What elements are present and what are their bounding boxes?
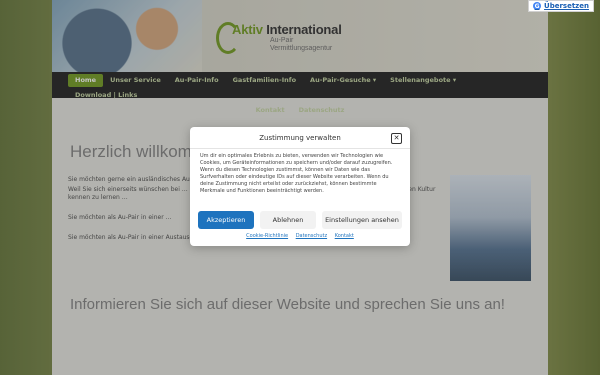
consent-body: Um dir ein optimales Erlebnis zu bieten,… — [200, 153, 393, 194]
translate-label: Übersetzen — [544, 2, 589, 10]
translate-button[interactable]: G Übersetzen — [528, 0, 594, 12]
consent-dialog: Zustimmung verwalten ✕ Um dir ein optima… — [190, 127, 410, 246]
deny-button[interactable]: Ablehnen — [260, 211, 316, 229]
privacy-link[interactable]: Datenschutz — [296, 233, 327, 239]
accept-button[interactable]: Akzeptieren — [198, 211, 254, 229]
contact-link[interactable]: Kontakt — [335, 233, 354, 239]
consent-links: Cookie-Richtlinie Datenschutz Kontakt — [190, 233, 410, 239]
close-icon[interactable]: ✕ — [391, 133, 402, 144]
cookie-policy-link[interactable]: Cookie-Richtlinie — [246, 233, 288, 239]
divider — [190, 148, 410, 149]
preferences-button[interactable]: Einstellungen ansehen — [322, 211, 402, 229]
consent-title: Zustimmung verwalten — [259, 134, 341, 142]
google-icon: G — [533, 2, 542, 10]
